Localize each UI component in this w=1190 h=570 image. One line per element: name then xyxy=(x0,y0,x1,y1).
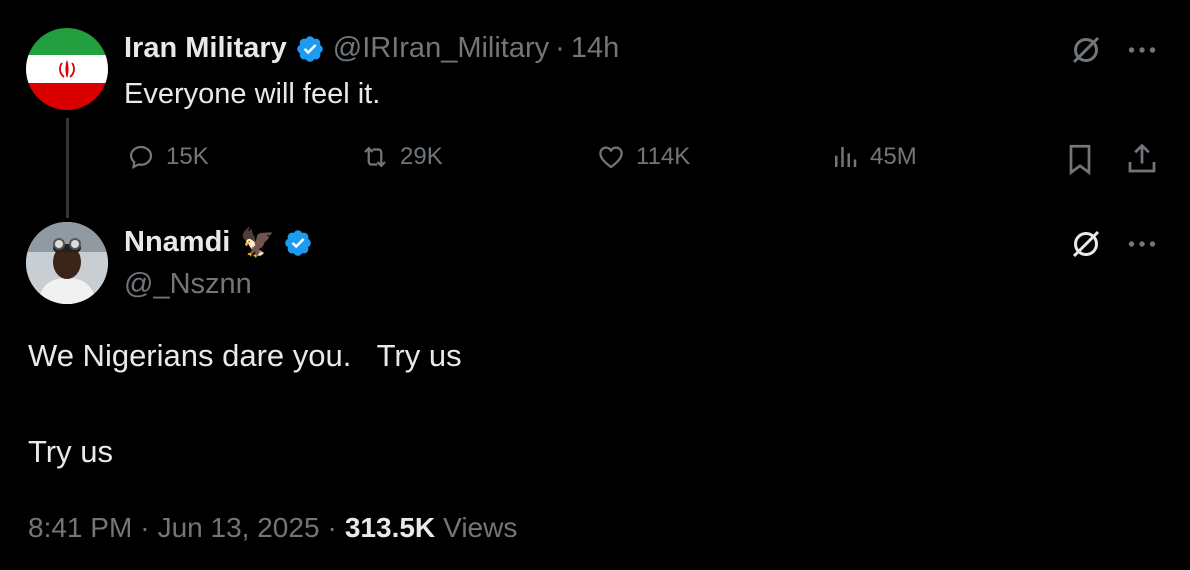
nnamdi-avatar[interactable] xyxy=(26,222,108,304)
post-views-label[interactable]: Views xyxy=(443,512,517,544)
tweet-meta: 8:41 PM · Jun 13, 2025 · 313.5K Views xyxy=(28,512,517,544)
repost-count: 29K xyxy=(400,143,443,170)
reply-tweet-header: Nnamdi 🦅 xyxy=(124,226,321,259)
separator-dot: · xyxy=(555,32,565,64)
eagle-emoji-icon: 🦅 xyxy=(240,227,276,258)
verified-badge-icon xyxy=(296,35,323,62)
views-icon xyxy=(835,147,857,167)
reply-text-line-2: Try us xyxy=(28,434,113,469)
bookmark-icon[interactable] xyxy=(1062,141,1098,177)
post-views-count: 313.5K xyxy=(344,512,436,543)
more-icon[interactable] xyxy=(1124,226,1160,262)
profile-photo-icon xyxy=(26,222,108,304)
more-icon[interactable] xyxy=(1124,32,1160,68)
verified-badge-icon xyxy=(285,229,312,256)
views-count: 45M xyxy=(870,143,917,170)
repost-button[interactable]: 29K xyxy=(360,142,443,172)
thread-connector-line xyxy=(66,118,69,218)
reply-button[interactable]: 15K xyxy=(126,142,209,172)
like-count: 114K xyxy=(636,143,691,170)
author-handle[interactable]: @IRIran_Military xyxy=(333,32,549,65)
reply-icon xyxy=(129,145,153,169)
separator-dot: · xyxy=(140,512,150,543)
reply-count: 15K xyxy=(166,143,209,170)
parent-tweet-text: Everyone will feel it. xyxy=(124,78,381,110)
like-icon xyxy=(599,146,623,169)
reply-author-name[interactable]: Nnamdi xyxy=(124,226,230,259)
separator-dot: · xyxy=(327,512,337,543)
iran-emblem-icon xyxy=(59,60,75,78)
grok-icon[interactable] xyxy=(1068,226,1104,262)
reply-author-handle[interactable]: @_Nsznn xyxy=(124,268,252,301)
post-date[interactable]: Jun 13, 2025 xyxy=(158,512,320,544)
repost-icon xyxy=(364,146,386,168)
author-name[interactable]: Iran Military xyxy=(124,32,287,65)
post-time[interactable]: 8:41 PM xyxy=(28,512,132,544)
reply-text-line-1: We Nigerians dare you. Try us xyxy=(28,338,462,373)
tweet-thread: Iran Military @IRIran_Military · 14h Eve… xyxy=(0,0,1190,570)
tweet-time[interactable]: 14h xyxy=(571,32,619,65)
iran-military-avatar[interactable] xyxy=(26,28,108,110)
views-button[interactable]: 45M xyxy=(830,142,917,172)
like-button[interactable]: 114K xyxy=(596,142,690,172)
grok-icon[interactable] xyxy=(1068,32,1104,68)
parent-tweet-header: Iran Military @IRIran_Military · 14h xyxy=(124,32,619,65)
share-icon[interactable] xyxy=(1124,141,1160,177)
